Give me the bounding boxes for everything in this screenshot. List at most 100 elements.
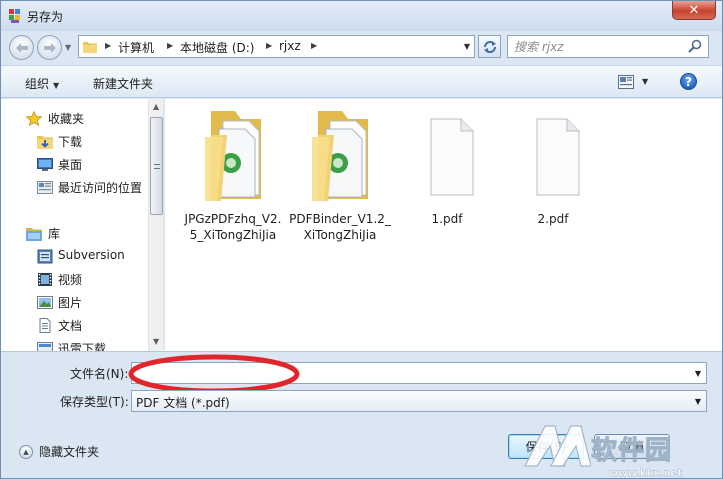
file-name: JPGzPDFzhq_V2.5_XiTongZhiJia: [184, 212, 282, 242]
app-icon: [9, 9, 20, 23]
file-item[interactable]: JPGzPDFzhq_V2.5_XiTongZhiJia: [181, 107, 285, 242]
breadcrumb-drive[interactable]: 本地磁盘 (D:): [180, 39, 254, 56]
hide-folders-label: 隐藏文件夹: [39, 445, 100, 459]
arrow-right-icon: [43, 42, 56, 53]
change-view-icon[interactable]: [618, 75, 634, 89]
nav-item-label: 下载: [58, 135, 83, 149]
address-bar[interactable]: ▶ 计算机 ▶ 本地磁盘 (D:) ▶ rjxz ▶ ▼: [78, 35, 475, 58]
chevron-down-icon[interactable]: ▼: [695, 369, 701, 378]
refresh-button[interactable]: [478, 35, 501, 58]
forward-button[interactable]: [37, 35, 62, 60]
nav-group-favorites[interactable]: 收藏夹: [1, 108, 148, 128]
file-name: 1.pdf: [431, 212, 463, 226]
nav-item-videos[interactable]: 视频: [1, 269, 148, 289]
command-toolbar: 组织 ▼ 新建文件夹 ▼ ?: [1, 65, 722, 98]
document-icon: [39, 318, 51, 333]
search-box[interactable]: [507, 35, 709, 58]
star-icon: [26, 111, 42, 126]
nav-group-label: 库: [48, 227, 61, 241]
blank-document-icon: [536, 118, 580, 196]
window-title: 另存为: [27, 10, 64, 24]
title-bar: 另存为 ✕: [1, 1, 722, 31]
subversion-library-icon: [37, 249, 53, 264]
breadcrumb-computer[interactable]: 计算机: [118, 39, 154, 56]
svg-text:?: ?: [685, 75, 692, 89]
back-button[interactable]: [9, 35, 34, 60]
nav-item-subversion[interactable]: Subversion: [1, 246, 148, 266]
navigation-row: ▼ ▶ 计算机 ▶ 本地磁盘 (D:) ▶ rjxz ▶ ▼: [1, 31, 722, 63]
scrollbar-thumb[interactable]: [150, 117, 163, 215]
folder-with-documents-icon: [205, 111, 261, 201]
nav-item-downloads[interactable]: 下载: [1, 131, 148, 151]
folder-with-documents-icon: [312, 111, 368, 201]
chevron-down-icon[interactable]: ▼: [695, 397, 701, 406]
nav-item-label: 视频: [58, 273, 83, 287]
navigation-pane: 收藏夹 下载 桌面 最近访问的位置 库 Subversion 视频 图片 文档 …: [1, 99, 164, 351]
nav-group-libraries[interactable]: 库: [1, 223, 148, 243]
view-options-dropdown-icon[interactable]: ▼: [642, 77, 648, 86]
filetype-select[interactable]: PDF 文档 (*.pdf) ▼: [131, 390, 707, 412]
nav-item-desktop[interactable]: 桌面: [1, 154, 148, 174]
search-input[interactable]: [514, 38, 684, 55]
nav-item-recent-places[interactable]: 最近访问的位置: [1, 177, 148, 197]
file-name: PDFBinder_V1.2_XiTongZhiJia: [289, 212, 391, 242]
file-item[interactable]: PDFBinder_V1.2_XiTongZhiJia: [288, 107, 392, 242]
nav-item-thunder-downloads[interactable]: 迅雷下载: [1, 338, 148, 351]
filetype-value: PDF 文档 (*.pdf): [136, 396, 230, 410]
scroll-down-icon[interactable]: ▼: [153, 337, 159, 346]
arrow-left-icon: [15, 42, 28, 53]
breadcrumb-folder[interactable]: rjxz: [279, 39, 301, 53]
chevron-down-icon: ▼: [53, 81, 60, 90]
desktop-icon: [37, 158, 53, 171]
nav-pane-scrollbar[interactable]: ▲ ▼: [148, 99, 163, 351]
file-list-pane: JPGzPDFzhq_V2.5_XiTongZhiJia PDFBinder_V…: [165, 99, 722, 351]
scroll-up-icon[interactable]: ▲: [153, 102, 159, 111]
recent-places-icon: [37, 181, 53, 194]
filename-combobox[interactable]: ▼: [131, 362, 707, 384]
watermark-url: www.kkx.net: [609, 468, 683, 479]
nav-item-label: 最近访问的位置: [58, 181, 143, 195]
hide-folders-toggle[interactable]: ▲ 隐藏文件夹: [19, 443, 99, 460]
folder-icon: [83, 42, 97, 53]
new-folder-button[interactable]: 新建文件夹: [93, 75, 153, 92]
nav-item-label: Subversion: [58, 248, 125, 262]
breadcrumb-arrow-icon[interactable]: ▶: [105, 41, 111, 50]
breadcrumb-arrow-icon[interactable]: ▶: [266, 41, 272, 50]
save-form: 文件名(N): ▼ 保存类型(T): PDF 文档 (*.pdf) ▼ ▲ 隐藏…: [1, 351, 722, 479]
breadcrumb-arrow-icon[interactable]: ▶: [311, 41, 317, 50]
download-folder-icon: [37, 136, 53, 149]
nav-item-label: 桌面: [58, 158, 83, 172]
organize-label: 组织: [25, 77, 50, 91]
library-icon: [26, 228, 42, 241]
nav-item-label: 图片: [58, 296, 83, 310]
filename-label: 文件名(N):: [70, 367, 129, 381]
nav-item-documents[interactable]: 文档: [1, 315, 148, 335]
save-button[interactable]: 保存(S): [508, 434, 584, 459]
help-icon[interactable]: ?: [680, 73, 697, 90]
nav-item-label: 迅雷下载: [58, 342, 107, 351]
nav-item-pictures[interactable]: 图片: [1, 292, 148, 312]
close-icon: ✕: [688, 2, 700, 18]
file-name: 2.pdf: [537, 212, 569, 226]
file-item[interactable]: 1.pdf: [395, 107, 499, 237]
save-as-dialog: 另存为 ✕ ▼ ▶ 计算机 ▶ 本地磁盘 (D:) ▶ rjxz ▶ ▼ 搜索 …: [0, 0, 723, 479]
thunder-download-icon: [37, 342, 53, 351]
cancel-button[interactable]: 取消: [594, 434, 670, 459]
new-folder-label: 新建文件夹: [93, 77, 154, 91]
picture-icon: [37, 296, 53, 309]
blank-document-icon: [430, 118, 474, 196]
file-item[interactable]: 2.pdf: [501, 107, 605, 237]
close-button[interactable]: ✕: [672, 1, 716, 20]
grip-icon: [154, 164, 160, 169]
filename-input[interactable]: [136, 365, 676, 381]
nav-group-label: 收藏夹: [48, 112, 85, 126]
filetype-label: 保存类型(T):: [60, 395, 129, 409]
address-dropdown-icon[interactable]: ▼: [464, 42, 470, 51]
recent-pages-dropdown-icon[interactable]: ▼: [65, 43, 71, 52]
refresh-icon: [483, 40, 496, 53]
video-icon: [38, 273, 52, 286]
search-icon[interactable]: [688, 39, 702, 53]
breadcrumb-arrow-icon[interactable]: ▶: [167, 41, 173, 50]
organize-menu-button[interactable]: 组织 ▼: [25, 75, 59, 92]
collapse-up-icon: ▲: [19, 444, 33, 459]
